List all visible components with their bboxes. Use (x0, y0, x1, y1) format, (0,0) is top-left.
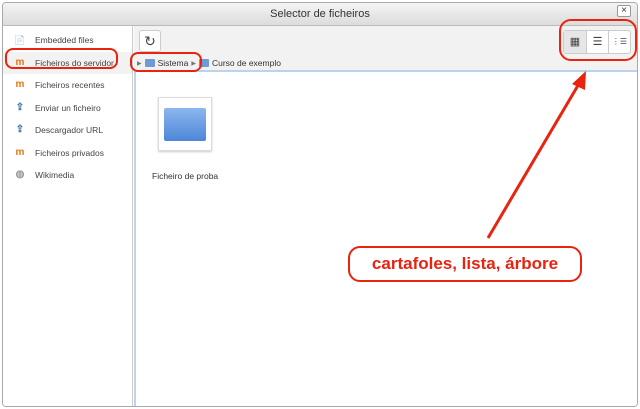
annotation-callout: cartafoles, lista, árbore (348, 246, 582, 282)
annotation-arrow (486, 71, 586, 239)
